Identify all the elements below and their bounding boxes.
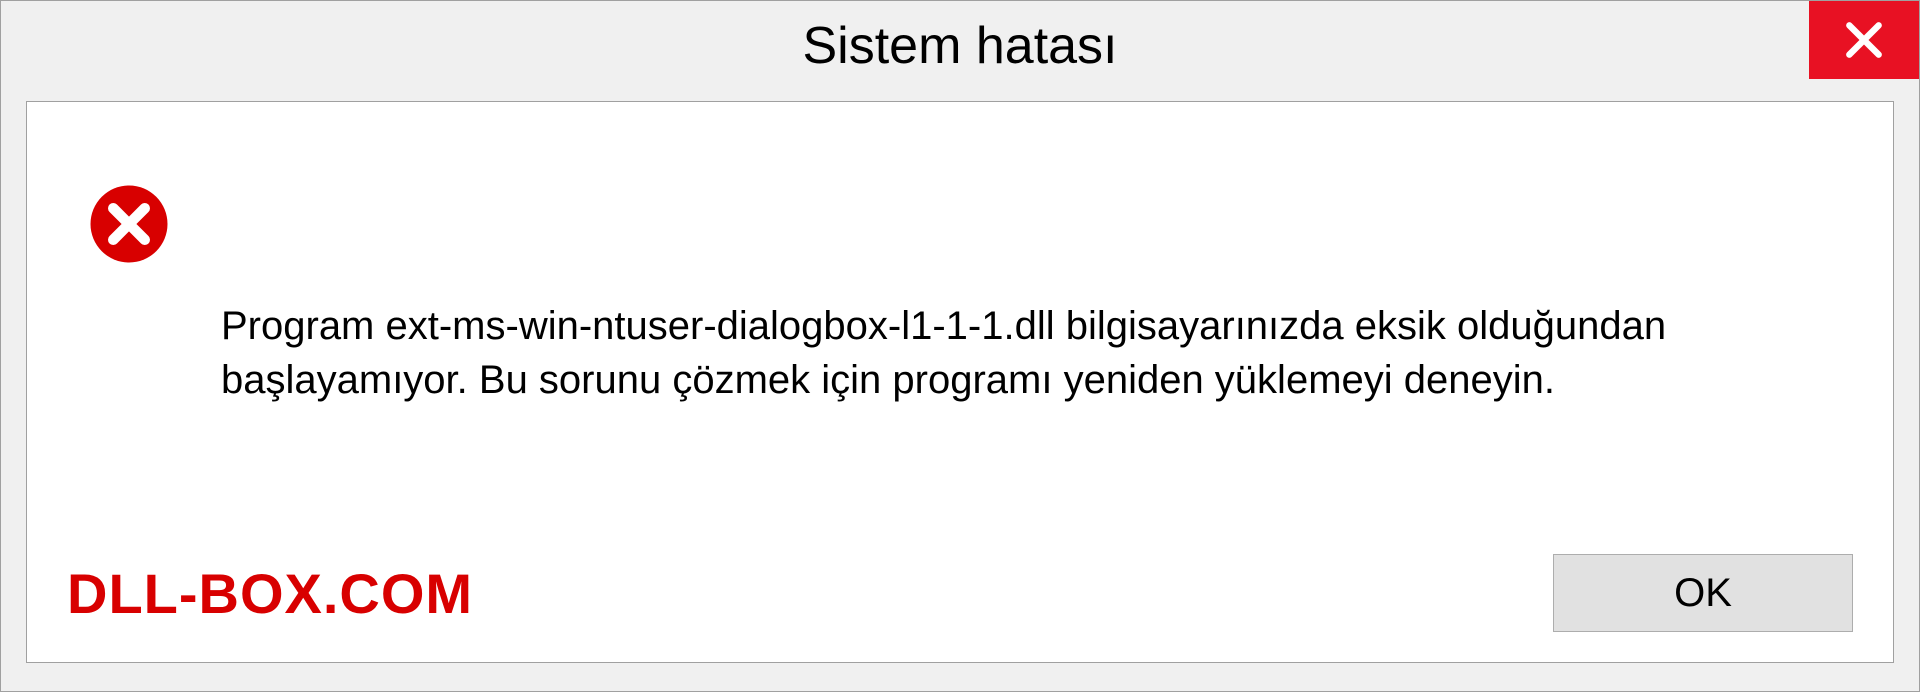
content-panel: Program ext-ms-win-ntuser-dialogbox-l1-1… <box>26 101 1894 663</box>
ok-button[interactable]: OK <box>1553 554 1853 632</box>
dialog-title: Sistem hatası <box>802 16 1117 76</box>
footer: DLL-BOX.COM OK <box>27 534 1893 662</box>
error-dialog: Sistem hatası Program ext-ms-win-ntuser-… <box>0 0 1920 692</box>
close-button[interactable] <box>1809 1 1919 79</box>
error-message: Program ext-ms-win-ntuser-dialogbox-l1-1… <box>221 299 1833 407</box>
titlebar: Sistem hatası <box>1 1 1919 91</box>
message-area: Program ext-ms-win-ntuser-dialogbox-l1-1… <box>27 102 1893 534</box>
error-icon <box>87 182 171 266</box>
watermark-text: DLL-BOX.COM <box>67 561 473 626</box>
close-icon <box>1842 18 1886 62</box>
